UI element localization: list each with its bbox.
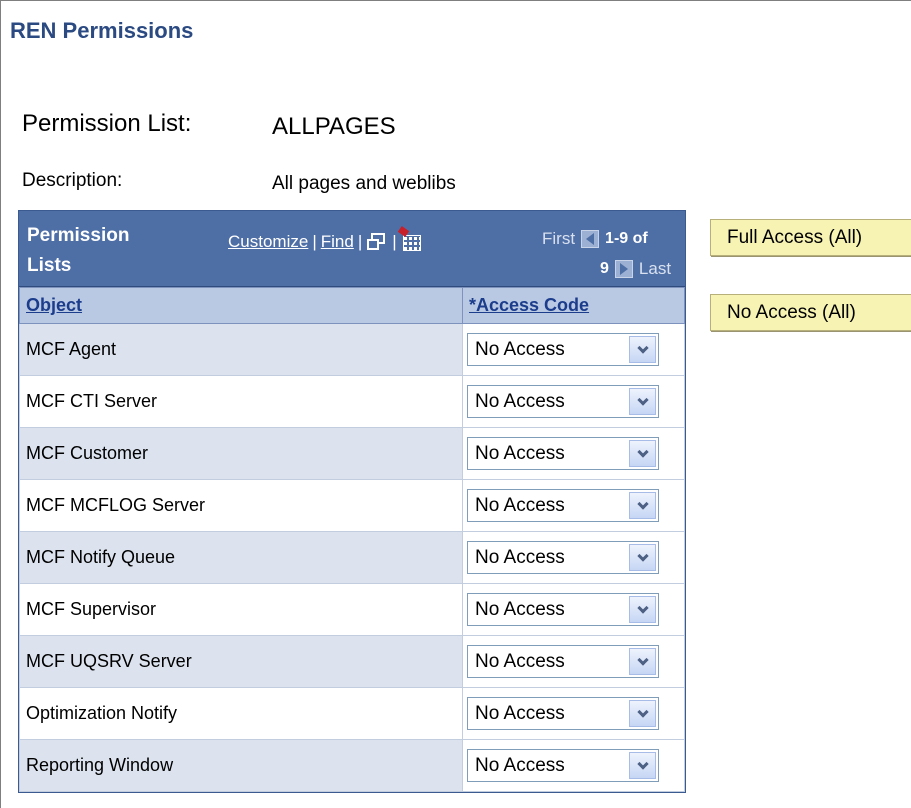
access-code-select[interactable]: No Access xyxy=(467,489,659,522)
access-code-select[interactable]: No Access xyxy=(467,385,659,418)
page-title: REN Permissions xyxy=(10,18,194,43)
no-access-all-button[interactable]: No Access (All) xyxy=(710,294,911,331)
object-cell: MCF CTI Server xyxy=(19,375,463,428)
table-row: MCF Supervisor No Access xyxy=(19,583,685,636)
chevron-down-icon[interactable] xyxy=(629,752,656,779)
first-label: First xyxy=(542,229,576,248)
customize-link[interactable]: Customize xyxy=(228,232,308,252)
access-code-select[interactable]: No Access xyxy=(467,645,659,678)
access-code-value: No Access xyxy=(475,390,565,412)
object-cell: MCF UQSRV Server xyxy=(19,635,463,688)
table-row: MCF Notify Queue No Access xyxy=(19,531,685,584)
column-header-object-label[interactable]: Object xyxy=(26,295,82,315)
chevron-down-icon[interactable] xyxy=(629,700,656,727)
grid-nav-bottom: 9 Last xyxy=(600,259,671,279)
table-row: Reporting Window No Access xyxy=(19,739,685,792)
chevron-down-icon[interactable] xyxy=(629,388,656,415)
table-row: MCF MCFLOG Server No Access xyxy=(19,479,685,532)
chevron-down-icon[interactable] xyxy=(629,440,656,467)
chevron-down-icon[interactable] xyxy=(629,544,656,571)
grid-header: Permission Lists Customize | Find | | Fi… xyxy=(19,211,685,287)
access-cell: No Access xyxy=(462,479,685,532)
access-cell: No Access xyxy=(462,427,685,480)
access-code-value: No Access xyxy=(475,338,565,360)
access-code-value: No Access xyxy=(475,650,565,672)
access-cell: No Access xyxy=(462,583,685,636)
access-code-select[interactable]: No Access xyxy=(467,541,659,574)
permission-list-value: ALLPAGES xyxy=(272,113,396,140)
access-code-value: No Access xyxy=(475,702,565,724)
object-cell: Optimization Notify xyxy=(19,687,463,740)
object-cell: MCF Agent xyxy=(19,323,463,376)
table-row: MCF CTI Server No Access xyxy=(19,375,685,428)
toolbar-separator: | xyxy=(392,232,397,251)
chevron-down-icon[interactable] xyxy=(629,336,656,363)
access-cell: No Access xyxy=(462,375,685,428)
access-code-value: No Access xyxy=(475,754,565,776)
access-cell: No Access xyxy=(462,323,685,376)
access-code-value: No Access xyxy=(475,546,565,568)
column-header-access-code[interactable]: *Access Code xyxy=(462,287,685,324)
description-label: Description: xyxy=(22,170,123,191)
column-header-object[interactable]: Object xyxy=(19,287,463,324)
object-cell: MCF Notify Queue xyxy=(19,531,463,584)
access-code-select[interactable]: No Access xyxy=(467,749,659,782)
row-range: 1-9 of xyxy=(605,230,648,247)
access-code-value: No Access xyxy=(475,442,565,464)
find-link[interactable]: Find xyxy=(321,232,354,252)
table-row: MCF Agent No Access xyxy=(19,323,685,376)
full-access-all-button[interactable]: Full Access (All) xyxy=(710,219,911,256)
access-cell: No Access xyxy=(462,739,685,792)
chevron-down-icon[interactable] xyxy=(629,648,656,675)
chevron-down-icon[interactable] xyxy=(629,596,656,623)
grid-title: Permission Lists xyxy=(27,225,130,276)
grid-download-icon[interactable] xyxy=(397,226,423,253)
table-row: MCF UQSRV Server No Access xyxy=(19,635,685,688)
access-code-select[interactable]: No Access xyxy=(467,437,659,470)
table-row: Optimization Notify No Access xyxy=(19,687,685,740)
last-label: Last xyxy=(638,259,672,278)
access-code-value: No Access xyxy=(475,494,565,516)
permission-list-label: Permission List: xyxy=(22,110,192,137)
grid-toolbar: Customize | Find | | xyxy=(228,226,423,253)
access-code-select[interactable]: No Access xyxy=(467,333,659,366)
column-header-access-code-label[interactable]: *Access Code xyxy=(469,295,589,315)
access-cell: No Access xyxy=(462,531,685,584)
object-cell: MCF Customer xyxy=(19,427,463,480)
access-code-value: No Access xyxy=(475,598,565,620)
table-row: MCF Customer No Access xyxy=(19,427,685,480)
description-value: All pages and weblibs xyxy=(272,173,456,194)
access-cell: No Access xyxy=(462,635,685,688)
grid-nav-top: First 1-9 of xyxy=(542,229,648,249)
toolbar-separator: | xyxy=(312,232,317,251)
access-cell: No Access xyxy=(462,687,685,740)
toolbar-separator: | xyxy=(357,232,363,251)
access-code-select[interactable]: No Access xyxy=(467,697,659,730)
permission-table: Object *Access Code MCF Agent No Access … xyxy=(19,287,685,792)
previous-page-icon xyxy=(581,230,600,248)
new-window-icon[interactable] xyxy=(366,232,388,252)
next-page-icon xyxy=(614,260,633,278)
object-cell: Reporting Window xyxy=(19,739,463,792)
access-code-select[interactable]: No Access xyxy=(467,593,659,626)
chevron-down-icon[interactable] xyxy=(629,492,656,519)
object-cell: MCF MCFLOG Server xyxy=(19,479,463,532)
permission-lists-grid: Permission Lists Customize | Find | | Fi… xyxy=(18,210,686,793)
row-count: 9 xyxy=(600,260,609,277)
object-cell: MCF Supervisor xyxy=(19,583,463,636)
